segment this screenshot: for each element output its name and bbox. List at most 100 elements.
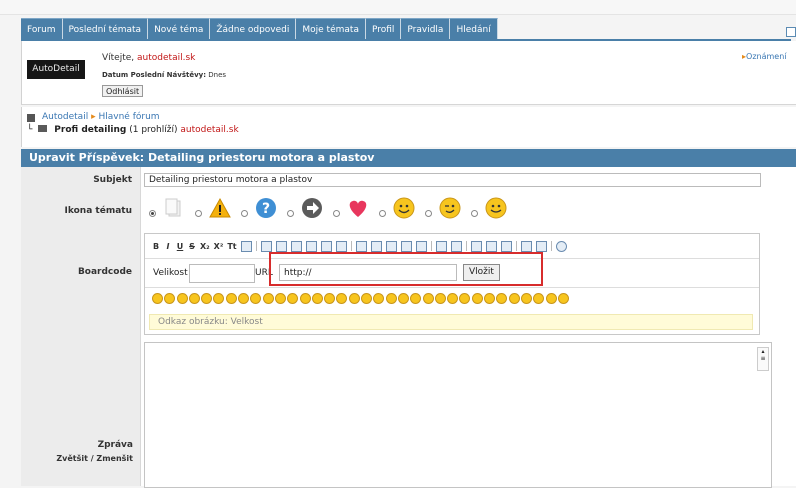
columns-icon[interactable] [535, 240, 547, 252]
last-visit-value: Dnes [208, 71, 227, 79]
smiley-icon[interactable] [299, 293, 311, 304]
message-label: Zpráva [97, 440, 133, 450]
smiley-icon[interactable] [410, 293, 422, 304]
smiley-icon[interactable] [188, 293, 200, 304]
link-icon[interactable] [400, 240, 412, 252]
smiley-icon[interactable] [311, 293, 323, 304]
tab-no-replies[interactable]: Žádne odpovedi [210, 18, 297, 40]
help-icon[interactable] [555, 240, 567, 252]
size-input[interactable] [189, 264, 255, 283]
icon-radio-warning[interactable] [195, 210, 202, 217]
align-center-icon[interactable] [305, 240, 317, 252]
subscript-button[interactable]: X₂ [200, 242, 210, 251]
smiley-icon[interactable] [250, 293, 262, 304]
shrink-link[interactable]: Zmenšit [96, 454, 133, 463]
horizontal-rule-icon[interactable] [520, 240, 532, 252]
smiley-icon[interactable] [557, 293, 569, 304]
enlarge-link[interactable]: Zvětšit [56, 454, 88, 463]
tab-search[interactable]: Hledání [450, 18, 498, 40]
smiley-icon[interactable] [213, 293, 225, 304]
tab-latest-topics[interactable]: Poslední témata [62, 18, 149, 40]
smiley-icon[interactable] [447, 293, 459, 304]
smiley-icon[interactable] [459, 293, 471, 304]
smiley-icon[interactable] [385, 293, 397, 304]
smiley-icon[interactable] [225, 293, 237, 304]
underline-button[interactable]: U [176, 242, 184, 251]
smiley-icon[interactable] [274, 293, 286, 304]
spoiler-icon[interactable] [500, 240, 512, 252]
table-icon[interactable] [240, 240, 252, 252]
image-icon[interactable] [385, 240, 397, 252]
smiley-icon[interactable] [324, 293, 336, 304]
tab-my-topics[interactable]: Moje témata [296, 18, 366, 40]
subject-input[interactable]: Detailing priestoru motora a plastov [144, 173, 761, 187]
collapse-icon[interactable] [786, 27, 796, 37]
tab-new-topic[interactable]: Nové téma [148, 18, 211, 40]
code-icon[interactable] [370, 240, 382, 252]
announcements-link[interactable]: Oznámení [742, 52, 786, 61]
flash-icon[interactable] [450, 240, 462, 252]
smiley-icon[interactable] [164, 293, 176, 304]
smiley-icon[interactable] [484, 293, 496, 304]
tab-profile[interactable]: Profil [365, 18, 402, 40]
numbered-list-icon[interactable] [275, 240, 287, 252]
breadcrumb-root[interactable]: Autodetail [42, 112, 88, 122]
smiley-icon[interactable] [348, 293, 360, 304]
superscript-button[interactable]: X² [214, 242, 224, 251]
last-visit-label: Datum Poslední Návštěvy: [102, 71, 207, 79]
font-size-button[interactable]: Tt [227, 242, 236, 251]
smiley-icon[interactable] [152, 293, 163, 304]
youtube-icon[interactable] [470, 240, 482, 252]
main-nav: Forum Poslední témata Nové téma Žádne od… [21, 18, 498, 40]
smiley-icon[interactable] [287, 293, 299, 304]
smiley-icon[interactable] [520, 293, 532, 304]
username-link[interactable]: autodetail.sk [137, 53, 195, 63]
bold-button[interactable]: B [152, 242, 160, 251]
viewer-link[interactable]: autodetail.sk [180, 125, 238, 135]
smiley-icon[interactable] [434, 293, 446, 304]
smiley-icon[interactable] [496, 293, 508, 304]
icon-radio-question[interactable] [241, 210, 248, 217]
justify-icon[interactable] [335, 240, 347, 252]
smiley-icon[interactable] [422, 293, 434, 304]
smiley-icon[interactable] [176, 293, 188, 304]
smiley-icon[interactable] [533, 293, 545, 304]
color-icon[interactable] [415, 240, 427, 252]
smiley-icon[interactable] [545, 293, 557, 304]
align-left-icon[interactable] [290, 240, 302, 252]
icon-radio-smile[interactable] [379, 210, 386, 217]
smiley-icon[interactable] [201, 293, 213, 304]
icon-radio-heart[interactable] [333, 210, 340, 217]
icon-radio-arrow[interactable] [287, 210, 294, 217]
align-right-icon[interactable] [320, 240, 332, 252]
smiley-icon[interactable] [336, 293, 348, 304]
breadcrumb: Autodetail ▸ Hlavné fórum [42, 112, 160, 122]
strike-button[interactable]: S [188, 242, 196, 251]
smiley-icon[interactable] [361, 293, 373, 304]
smiley-icon[interactable] [471, 293, 483, 304]
icon-radio-happy[interactable] [471, 210, 478, 217]
icon-radio-wink[interactable] [425, 210, 432, 217]
smiley-icon[interactable] [373, 293, 385, 304]
video-icon[interactable] [485, 240, 497, 252]
smiley-icon[interactable] [508, 293, 520, 304]
smiley-icon[interactable] [397, 293, 409, 304]
logout-button[interactable]: Odhlásit [102, 85, 144, 97]
smiley-icon[interactable] [262, 293, 274, 304]
breadcrumb-forum[interactable]: Hlavné fórum [98, 112, 159, 122]
tab-forum[interactable]: Forum [21, 18, 63, 40]
scrollbar[interactable]: ▴ ≡ [757, 347, 769, 371]
tree-branch-icon: └ [27, 125, 33, 135]
site-logo[interactable]: AutoDetail [27, 60, 85, 79]
quote-icon[interactable] [355, 240, 367, 252]
media-icon[interactable] [435, 240, 447, 252]
subject-label: Subjekt [21, 167, 141, 193]
message-textarea[interactable]: ▴ ≡ [144, 342, 772, 488]
italic-button[interactable]: I [164, 242, 172, 251]
smiley-icon[interactable] [238, 293, 250, 304]
topic-title[interactable]: Profi detailing [54, 125, 126, 135]
icon-radio-none[interactable] [149, 210, 156, 217]
bullet-list-icon[interactable] [260, 240, 272, 252]
tab-rules[interactable]: Pravidla [401, 18, 451, 40]
viewing-count: (1 prohlíží) [129, 125, 178, 135]
